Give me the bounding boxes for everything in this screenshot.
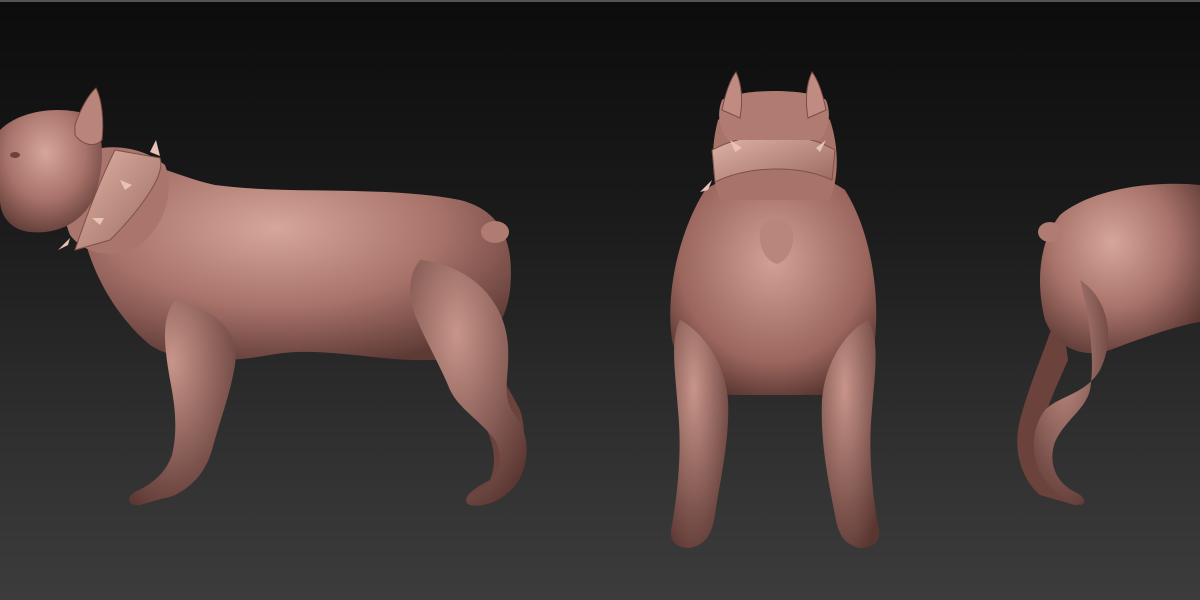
cropped-tail <box>1038 222 1062 242</box>
dog-rear-view <box>670 71 880 548</box>
rear-left-ear <box>721 71 743 119</box>
sculpt-viewport[interactable] <box>0 0 1200 600</box>
rear-right-ear <box>805 71 827 119</box>
dog-side-view-cropped <box>1017 183 1200 505</box>
render-canvas[interactable] <box>0 0 1200 600</box>
cropped-torso <box>1040 183 1200 354</box>
dog-side-view <box>0 87 527 506</box>
tail <box>481 221 509 243</box>
near-hind-leg <box>410 260 527 506</box>
eye <box>10 152 20 158</box>
ear <box>74 87 104 146</box>
